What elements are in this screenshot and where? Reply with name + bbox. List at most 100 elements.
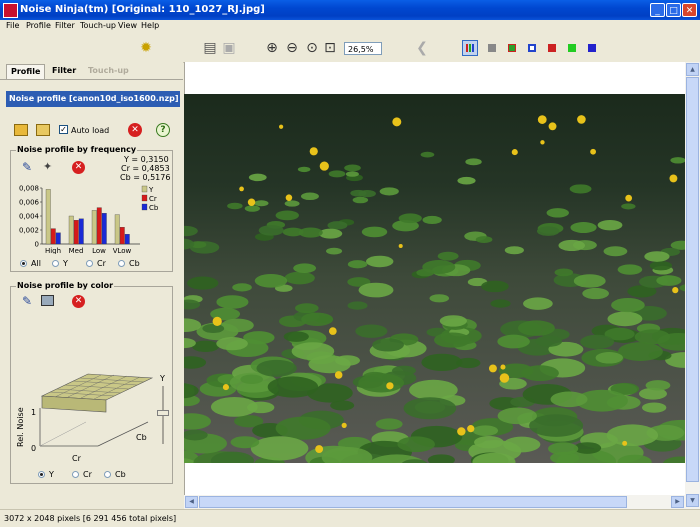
channel-green-red-button[interactable] (508, 44, 516, 52)
menu-filter[interactable]: Filter (55, 21, 75, 30)
delete-color-icon[interactable]: ✕ (72, 295, 85, 308)
chart-ytick-label: 0,006 (19, 199, 40, 207)
tab-profile[interactable]: Profile (6, 64, 46, 79)
tab-divider (0, 79, 183, 80)
radio-cr[interactable] (86, 260, 93, 267)
color-radio-y[interactable] (38, 471, 45, 478)
color-radio-y-label: Y (49, 470, 54, 479)
color-radio-cr-label: Cr (83, 470, 92, 479)
wand-icon[interactable]: ✦ (43, 160, 52, 173)
channel-gray-button[interactable] (488, 44, 496, 52)
chevron-left-icon[interactable]: ❮ (414, 40, 430, 56)
tab-touch-up[interactable]: Touch-up (84, 64, 133, 78)
chart-category-label: VLow (113, 247, 132, 254)
color-title: Noise profile by color (16, 281, 115, 290)
horizontal-scrollbar[interactable]: ◀ ▶ (184, 495, 685, 509)
vertical-scroll-thumb[interactable] (686, 77, 699, 482)
delete-profile-icon[interactable]: ✕ (128, 123, 142, 137)
status-bar: 3072 x 2048 pixels [6 291 456 total pixe… (0, 509, 700, 527)
chart-bar-cr-low (96, 207, 102, 245)
zoom-actual-icon[interactable]: ⊡ (322, 40, 338, 56)
ytick-0: 0 (31, 444, 37, 453)
channel-green-button[interactable] (568, 44, 576, 52)
chart-ytick-label: 0,002 (19, 227, 39, 235)
radio-cr-label: Cr (97, 259, 106, 268)
left-panel: Profile Filter Touch-up Noise profile [c… (0, 62, 183, 509)
legend-swatch-cr (141, 194, 148, 202)
rgb-bars-icon (466, 44, 474, 52)
close-button[interactable]: ✕ (682, 3, 697, 17)
channel-blue-outline-button[interactable] (528, 44, 536, 52)
open-folder-icon[interactable] (14, 124, 28, 136)
zoom-out-icon[interactable]: ⊖ (284, 40, 300, 56)
menu-profile[interactable]: Profile (26, 21, 51, 30)
scroll-left-icon[interactable]: ◀ (185, 496, 198, 508)
menu-file[interactable]: File (6, 21, 19, 30)
menu-view[interactable]: View (118, 21, 137, 30)
radio-cb[interactable] (118, 260, 125, 267)
chart-bar-cb-high (55, 232, 61, 245)
channel-all-button[interactable] (462, 40, 478, 56)
vertical-scrollbar[interactable]: ▲ ▼ (685, 62, 700, 509)
toolbar: ✹ ▤ ▣ ⊕ ⊖ ⊙ ⊡ 26,5% ❮ (0, 34, 700, 63)
slider-y-label: Y (160, 374, 165, 383)
chart-bar-cb-med (78, 218, 84, 245)
zoom-in-icon[interactable]: ⊕ (264, 40, 280, 56)
chart-category-label: Med (69, 247, 84, 254)
tab-filter[interactable]: Filter (48, 64, 80, 78)
title-bar: Noise Ninja(tm) [Original: 110_1027_RJ.j… (0, 0, 700, 20)
chart-bar-cb-low (101, 213, 107, 245)
monitor-icon[interactable] (41, 295, 54, 306)
chart-bar-y-low (91, 210, 97, 245)
radio-y[interactable] (52, 260, 59, 267)
frequency-title: Noise profile by frequency (16, 145, 138, 154)
minimize-button[interactable]: _ (650, 3, 665, 17)
menu-bar: File Profile Filter Touch-up View Help (0, 20, 700, 34)
readout-cr: Cr = 0,4853 (121, 164, 170, 173)
gear-icon[interactable]: ✹ (138, 40, 154, 56)
legend-swatch-y (141, 185, 148, 193)
menu-help[interactable]: Help (141, 21, 159, 30)
channel-red-button[interactable] (548, 44, 556, 52)
autoload-label: Auto load (71, 126, 110, 135)
color-radio-cb[interactable] (104, 471, 111, 478)
chart-bar-y-vlow (114, 214, 120, 245)
horizontal-scroll-thumb[interactable] (199, 496, 627, 508)
scroll-right-icon[interactable]: ▶ (671, 496, 684, 508)
scroll-up-icon[interactable]: ▲ (686, 63, 699, 76)
delete-frequency-icon[interactable]: ✕ (72, 161, 85, 174)
eyedropper-icon[interactable]: ✎ (22, 160, 32, 174)
window-title: Noise Ninja(tm) [Original: 110_1027_RJ.j… (20, 4, 265, 15)
zoom-level[interactable]: 26,5% (344, 42, 382, 55)
chart-category-label: Low (92, 247, 106, 254)
legend-label-y: Y (148, 186, 154, 194)
save-folder-icon[interactable] (36, 124, 50, 136)
color-radio-cr[interactable] (72, 471, 79, 478)
radio-all[interactable] (20, 260, 27, 267)
zoom-fit-icon[interactable]: ⊙ (304, 40, 320, 56)
scroll-down-icon[interactable]: ▼ (686, 494, 699, 507)
print-icon[interactable]: ▤ (202, 40, 218, 56)
y-slider-thumb[interactable] (157, 410, 169, 416)
radio-cb-label: Cb (129, 259, 140, 268)
menu-touch-up[interactable]: Touch-up (80, 21, 116, 30)
chart-bar-cr-med (73, 220, 79, 245)
maximize-button[interactable]: □ (666, 3, 681, 17)
autoload-checkbox[interactable]: ✓ (59, 125, 68, 134)
rel-noise-label: Rel. Noise (16, 407, 25, 447)
color-eyedropper-icon[interactable]: ✎ (22, 294, 32, 308)
profile-name-bar[interactable]: Noise profile [canon10d_iso1600.nzp] (6, 91, 180, 107)
readout-cb: Cb = 0,5176 (120, 173, 171, 182)
ytick-1: 1 (31, 408, 37, 417)
chart-bar-cr-high (50, 228, 56, 245)
channel-blue-button[interactable] (588, 44, 596, 52)
status-text: 3072 x 2048 pixels [6 291 456 total pixe… (4, 514, 177, 523)
legend-label-cb: Cb (149, 204, 159, 212)
photo-preview[interactable] (184, 94, 685, 463)
app-icon[interactable] (3, 3, 18, 18)
chart-ytick-label: 0,008 (19, 185, 39, 193)
chart-bar-y-med (68, 215, 74, 245)
help-icon[interactable]: ? (156, 123, 170, 137)
save-icon[interactable]: ▣ (221, 40, 237, 56)
chart-bar-y-high (45, 189, 51, 245)
